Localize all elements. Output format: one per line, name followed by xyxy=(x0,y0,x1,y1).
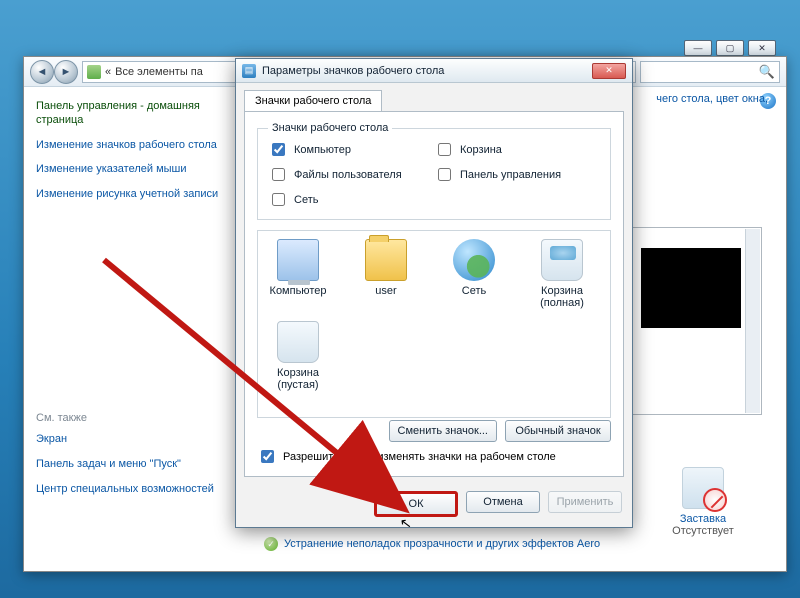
allow-themes-label[interactable]: Разрешить темам изменять значки на рабоч… xyxy=(283,451,556,463)
icon-item[interactable]: Корзина (полная) xyxy=(530,239,594,309)
breadcrumb-prefix: « xyxy=(105,66,111,78)
sidebar-home-link[interactable]: Панель управления - домашняя страница xyxy=(36,99,222,128)
search-icon: 🔍 xyxy=(759,64,775,80)
scrollbar[interactable] xyxy=(745,229,760,413)
default-icon-button[interactable]: Обычный значок xyxy=(505,420,611,442)
aero-icon: ✓ xyxy=(264,537,278,551)
ok-button[interactable]: ОК xyxy=(374,491,458,517)
change-icon-button[interactable]: Сменить значок... xyxy=(389,420,498,442)
dialog-title-icon: ▤ xyxy=(242,64,256,78)
dialog-titlebar[interactable]: ▤ Параметры значков рабочего стола ✕ xyxy=(236,59,632,83)
see-also-link[interactable]: Центр специальных возможностей xyxy=(36,482,222,497)
checkbox-input[interactable] xyxy=(272,168,285,181)
cancel-button[interactable]: Отмена xyxy=(466,491,540,513)
icon-checkbox[interactable]: Файлы пользователя xyxy=(268,165,434,184)
checkbox-input[interactable] xyxy=(438,168,451,181)
icon-checkbox[interactable]: Корзина xyxy=(434,140,600,159)
icon-item[interactable]: Корзина (пустая) xyxy=(266,321,330,391)
comp-icon xyxy=(277,239,319,281)
net-icon xyxy=(453,239,495,281)
screensaver-icon xyxy=(682,467,724,509)
icon-item[interactable]: Сеть xyxy=(442,239,506,309)
desktop-icons-dialog: ▤ Параметры значков рабочего стола ✕ Зна… xyxy=(235,58,633,528)
icon-checkbox[interactable]: Панель управления xyxy=(434,165,600,184)
screensaver-label: Заставка xyxy=(658,513,748,525)
icon-checkbox[interactable]: Компьютер xyxy=(268,140,434,159)
icon-item-label: Корзина (полная) xyxy=(530,285,594,309)
icon-item-label: Сеть xyxy=(442,285,506,297)
checkbox-label: Файлы пользователя xyxy=(294,169,402,181)
apply-button: Применить xyxy=(548,491,622,513)
aero-troubleshoot-link[interactable]: ✓ Устранение неполадок прозрачности и др… xyxy=(264,537,600,551)
icon-checkbox[interactable]: Сеть xyxy=(268,190,434,209)
page-header-fragment: чего стола, цвет окна, xyxy=(656,93,768,105)
see-also-link[interactable]: Панель задач и меню "Пуск" xyxy=(36,457,222,472)
bin-icon xyxy=(277,321,319,363)
icon-preview-list[interactable]: Компьютер user Сеть Корзина (полная) Корзина… xyxy=(257,230,611,418)
sidebar-link[interactable]: Изменение указателей мыши xyxy=(36,162,222,177)
dialog-title-text: Параметры значков рабочего стола xyxy=(262,65,444,77)
icons-checkbox-group: Значки рабочего стола Компьютер Файлы пол… xyxy=(257,122,611,220)
cp-icon xyxy=(87,65,101,79)
group-legend: Значки рабочего стола xyxy=(268,122,392,134)
preview-pane xyxy=(632,227,762,415)
sidebar-link[interactable]: Изменение значков рабочего стола xyxy=(36,138,222,153)
allow-themes-checkbox[interactable] xyxy=(261,450,274,463)
tab-page: Значки рабочего стола Компьютер Файлы пол… xyxy=(244,111,624,477)
sidebar: Панель управления - домашняя страница Из… xyxy=(24,87,234,571)
checkbox-label: Компьютер xyxy=(294,144,351,156)
breadcrumb-text: Все элементы па xyxy=(115,66,203,78)
screensaver-block[interactable]: Заставка Отсутствует xyxy=(658,467,748,537)
minimize-button[interactable]: — xyxy=(684,40,712,56)
aero-link-text: Устранение неполадок прозрачности и друг… xyxy=(284,538,600,550)
binfull-icon xyxy=(541,239,583,281)
desktop: — ▢ ✕ ◄ ► « Все элементы па равления 🔍 ? xyxy=(0,0,800,598)
checkbox-input[interactable] xyxy=(272,143,285,156)
icon-item[interactable]: Компьютер xyxy=(266,239,330,309)
tabstrip: Значки рабочего стола xyxy=(236,83,632,111)
see-also-link[interactable]: Экран xyxy=(36,432,222,447)
icon-item[interactable]: user xyxy=(354,239,418,309)
nav-forward-button[interactable]: ► xyxy=(54,60,78,84)
nav-back-button[interactable]: ◄ xyxy=(30,60,54,84)
checkbox-input[interactable] xyxy=(272,193,285,206)
checkbox-input[interactable] xyxy=(438,143,451,156)
tab-desktop-icons[interactable]: Значки рабочего стола xyxy=(244,90,382,112)
folder-icon xyxy=(365,239,407,281)
window-controls: — ▢ ✕ xyxy=(684,40,776,56)
icon-item-label: Компьютер xyxy=(266,285,330,297)
preview-thumb xyxy=(641,248,741,328)
see-also-label: См. также xyxy=(36,412,222,424)
dialog-close-button[interactable]: ✕ xyxy=(592,63,626,79)
close-button[interactable]: ✕ xyxy=(748,40,776,56)
checkbox-label: Панель управления xyxy=(460,169,561,181)
icon-item-label: user xyxy=(354,285,418,297)
search-input[interactable]: 🔍 xyxy=(640,61,780,83)
sidebar-link[interactable]: Изменение рисунка учетной записи xyxy=(36,187,222,202)
screensaver-status: Отсутствует xyxy=(658,525,748,537)
dialog-buttons: ОК Отмена Применить xyxy=(374,491,622,517)
maximize-button[interactable]: ▢ xyxy=(716,40,744,56)
icon-item-label: Корзина (пустая) xyxy=(266,367,330,391)
checkbox-label: Сеть xyxy=(294,194,318,206)
checkbox-label: Корзина xyxy=(460,144,502,156)
